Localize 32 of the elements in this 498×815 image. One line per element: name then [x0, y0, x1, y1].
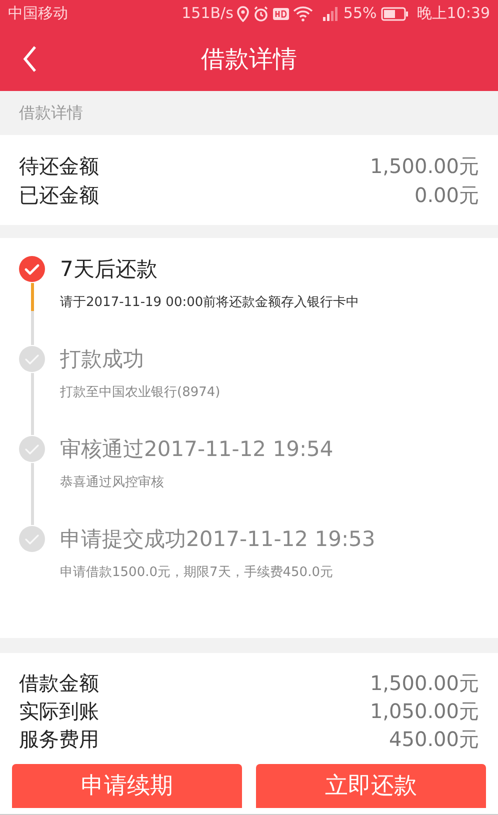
step-detail: 恭喜通过风控审核	[60, 474, 165, 492]
page-title: 借款详情	[201, 44, 297, 75]
loan-label: 实际到账	[19, 698, 99, 725]
location-icon	[237, 6, 250, 22]
section-label: 借款详情	[19, 102, 83, 124]
summary-label: 已还金额	[19, 182, 99, 208]
hd-icon	[273, 6, 290, 20]
loan-label: 服务费用	[19, 726, 99, 753]
summary-value: 1,500.00元	[370, 152, 479, 180]
loan-value: 450.00元	[389, 726, 479, 753]
clock-time: 晚上10:39	[416, 3, 490, 24]
loan-value: 1,050.00元	[370, 698, 479, 725]
battery-percent: 55%	[343, 3, 377, 24]
network-speed: 151B/s	[182, 3, 234, 24]
action-button[interactable]: 申请续期	[12, 764, 242, 808]
step-detail: 申请借款1500.0元，期限7天，手续费450.0元	[60, 564, 334, 582]
step-detail: 打款至中国农业银行(8974)	[60, 384, 220, 402]
step-title: 打款成功	[60, 346, 145, 373]
summary-value: 0.00元	[414, 182, 479, 208]
loan-value: 1,500.00元	[370, 670, 479, 697]
wifi-icon	[293, 6, 314, 22]
loan-label: 借款金额	[19, 670, 99, 697]
step-title: 申请提交成功2017-11-12 19:53	[60, 526, 376, 553]
step-title: 审核通过2017-11-12 19:54	[60, 436, 334, 463]
action-button[interactable]: 立即还款	[256, 764, 486, 808]
step-title: 7天后还款	[60, 256, 158, 283]
back-icon	[22, 45, 38, 73]
battery-icon	[380, 6, 409, 20]
alarm-icon	[253, 6, 270, 22]
step-detail: 请于2017-11-19 00:00前将还款金额存入银行卡中	[60, 294, 360, 312]
carrier-name: 中国移动	[8, 3, 68, 24]
summary-label: 待还金额	[19, 152, 99, 180]
